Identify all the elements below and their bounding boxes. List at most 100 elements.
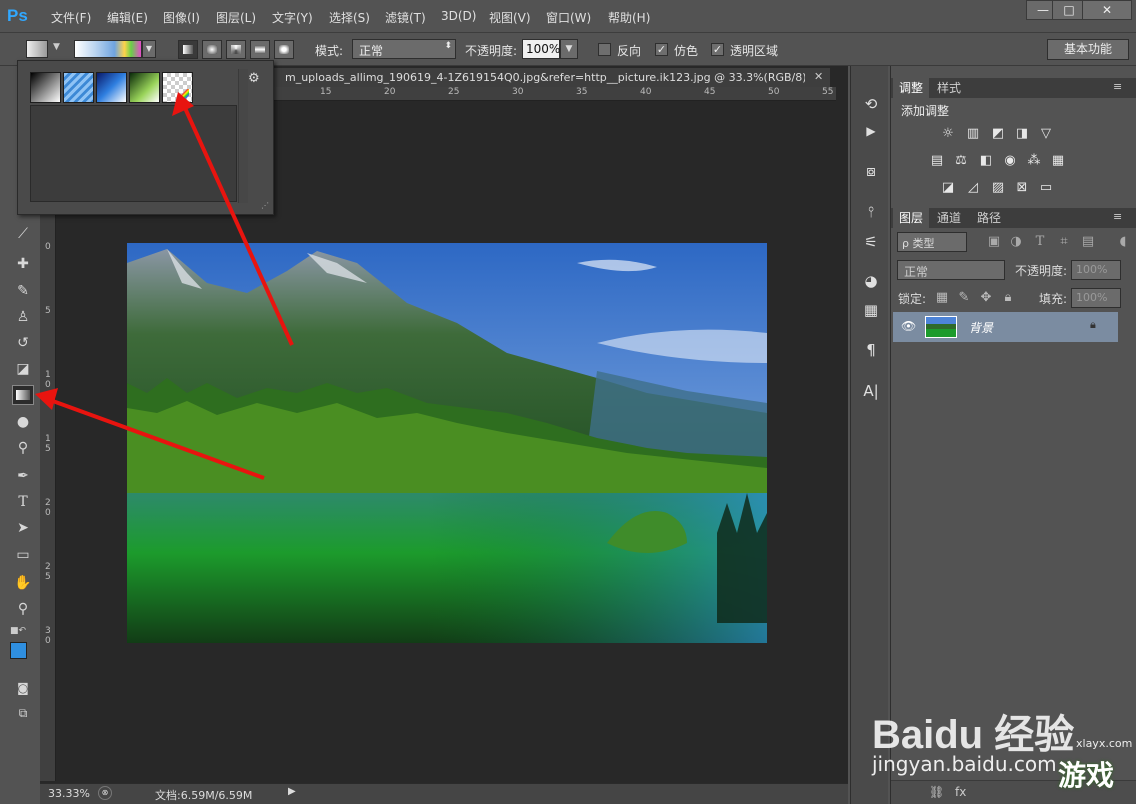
opacity-dropdown-button[interactable]: ▼ — [560, 39, 578, 59]
threshold-icon[interactable]: ▨ — [989, 180, 1007, 196]
history-panel-icon[interactable]: ⟲ — [860, 94, 882, 114]
layer-row-background[interactable]: 👁︎ 背景 🔒︎ — [893, 312, 1118, 342]
zoom-level[interactable]: 33.33% — [48, 787, 90, 800]
filter-shape-icon[interactable]: ⌗ — [1055, 234, 1073, 250]
gradient-editor-swatch[interactable] — [74, 40, 142, 58]
visibility-eye-icon[interactable]: 👁︎ — [901, 319, 916, 333]
menu-3d[interactable]: 3D(D) — [441, 9, 476, 23]
invert-icon[interactable]: ◪ — [939, 180, 957, 196]
filter-type-icon[interactable]: T — [1031, 234, 1049, 250]
layer-comps-icon[interactable]: ⧇ — [860, 161, 882, 181]
selective-color-icon[interactable]: ⊠ — [1013, 180, 1031, 196]
reverse-checkbox[interactable] — [598, 43, 611, 56]
menu-view[interactable]: 视图(V) — [489, 9, 531, 26]
status-menu-arrow-icon[interactable]: ▶ — [288, 786, 296, 797]
menu-window[interactable]: 窗口(W) — [546, 9, 591, 26]
posterize-icon[interactable]: ◿ — [964, 180, 982, 196]
blend-mode-select[interactable]: 正常 — [897, 260, 1005, 280]
path-selection-tool-icon[interactable]: ➤ — [12, 518, 34, 538]
linear-gradient-button[interactable] — [178, 40, 198, 59]
stamp-tool-icon[interactable]: ♙ — [12, 307, 34, 327]
gradient-swatch-rainbow[interactable] — [162, 72, 193, 103]
black-white-icon[interactable]: ◧ — [977, 153, 995, 169]
character-panel-icon[interactable]: A| — [860, 381, 882, 401]
hand-tool-icon[interactable]: ✋ — [12, 573, 34, 593]
gradient-swatch-green[interactable] — [129, 72, 160, 103]
gradient-swatch-black-white[interactable] — [30, 72, 61, 103]
menu-image[interactable]: 图像(I) — [163, 9, 200, 26]
layer-opacity-input[interactable]: 100% — [1071, 260, 1121, 280]
curves-icon[interactable]: ◩ — [989, 126, 1007, 142]
vibrance-icon[interactable]: ▽ — [1037, 126, 1055, 142]
foreground-color-swatch[interactable] — [10, 642, 27, 659]
radial-gradient-button[interactable] — [202, 40, 222, 59]
brush-tool-icon[interactable]: ✎ — [12, 281, 34, 301]
actions-panel-icon[interactable]: ▶ — [860, 121, 882, 141]
pen-tool-icon[interactable]: ✒ — [12, 466, 34, 486]
menu-edit[interactable]: 编辑(E) — [107, 9, 148, 26]
type-tool-icon[interactable]: T — [12, 492, 34, 512]
menu-help[interactable]: 帮助(H) — [608, 9, 650, 26]
close-button[interactable]: ✕ — [1082, 0, 1132, 20]
dodge-tool-icon[interactable]: ⚲ — [12, 438, 34, 458]
filter-toggle-icon[interactable]: ◖ — [1114, 234, 1132, 250]
gear-icon[interactable]: ⚙ — [248, 71, 260, 86]
gradient-dropdown-button[interactable]: ▼ — [142, 40, 156, 58]
workspace-button[interactable]: 基本功能 — [1047, 39, 1129, 60]
menu-layer[interactable]: 图层(L) — [216, 9, 256, 26]
gradient-swatch-blue[interactable] — [96, 72, 127, 103]
history-brush-tool-icon[interactable]: ↺ — [12, 333, 34, 353]
tool-presets-icon[interactable]: ⚟ — [860, 232, 882, 252]
brightness-icon[interactable]: ☼ — [939, 126, 957, 142]
channel-mixer-icon[interactable]: ⁂ — [1025, 153, 1043, 169]
resize-grip-icon[interactable]: ⋰ — [261, 201, 269, 210]
close-tab-icon[interactable]: ✕ — [814, 70, 823, 83]
paragraph-panel-icon[interactable]: ¶ — [860, 340, 882, 360]
status-info-icon[interactable]: ⊗ — [98, 786, 112, 800]
fill-input[interactable]: 100% — [1071, 288, 1121, 308]
hue-saturation-icon[interactable]: ▤ — [928, 153, 946, 169]
transparency-checkbox[interactable]: ✓ — [711, 43, 724, 56]
lock-position-icon[interactable]: ✥ — [977, 290, 995, 306]
color-panel-icon[interactable]: ◕ — [860, 271, 882, 291]
filter-smart-object-icon[interactable]: ▤ — [1079, 234, 1097, 250]
opacity-input[interactable]: 100% — [522, 39, 560, 59]
dither-checkbox[interactable]: ✓ — [655, 43, 668, 56]
color-balance-icon[interactable]: ⚖ — [952, 153, 970, 169]
filter-adjustment-icon[interactable]: ◑ — [1007, 234, 1025, 250]
menu-type[interactable]: 文字(Y) — [272, 9, 313, 26]
blur-tool-icon[interactable]: ● — [12, 412, 34, 432]
photo-filter-icon[interactable]: ◉ — [1001, 153, 1019, 169]
lock-transparent-icon[interactable]: ▦ — [933, 290, 951, 306]
tab-layers[interactable]: 图层 — [893, 208, 930, 228]
eyedropper-tool-icon[interactable]: ⟋ — [12, 224, 34, 244]
tool-preset-picker[interactable] — [26, 40, 48, 58]
tab-channels[interactable]: 通道 — [931, 208, 967, 228]
gradient-picker-scrollbar[interactable] — [238, 69, 248, 203]
diamond-gradient-button[interactable] — [274, 40, 294, 59]
menu-file[interactable]: 文件(F) — [51, 9, 91, 26]
lock-all-icon[interactable]: 🔒︎ — [999, 290, 1017, 306]
reflected-gradient-button[interactable] — [250, 40, 270, 59]
screen-mode-icon[interactable]: ⧉ — [12, 703, 34, 723]
brush-presets-icon[interactable]: ⫯ — [860, 202, 882, 222]
mode-select[interactable]: 正常 ⬍ — [352, 39, 456, 59]
tab-paths[interactable]: 路径 — [971, 208, 1007, 228]
menu-filter[interactable]: 滤镜(T) — [385, 9, 426, 26]
color-lookup-icon[interactable]: ▦ — [1049, 153, 1067, 169]
lock-image-icon[interactable]: ✎ — [955, 290, 973, 306]
link-layers-icon[interactable]: ⛓ — [929, 785, 944, 799]
filter-pixel-icon[interactable]: ▣ — [985, 234, 1003, 250]
menu-select[interactable]: 选择(S) — [329, 9, 370, 26]
default-colors-icon[interactable]: ■↶ — [10, 626, 26, 636]
angle-gradient-button[interactable] — [226, 40, 246, 59]
rectangle-tool-icon[interactable]: ▭ — [12, 545, 34, 565]
layer-filter-select[interactable]: ρ 类型 — [897, 232, 967, 252]
layer-name[interactable]: 背景 — [969, 319, 993, 336]
zoom-tool-icon[interactable]: ⚲ — [12, 599, 34, 619]
healing-brush-tool-icon[interactable]: ✚ — [12, 254, 34, 274]
gradient-map-icon[interactable]: ▭ — [1037, 180, 1055, 196]
chevron-down-icon[interactable]: ▼ — [53, 42, 60, 52]
landscape-photo[interactable] — [127, 243, 767, 643]
eraser-tool-icon[interactable]: ◪ — [12, 359, 34, 379]
